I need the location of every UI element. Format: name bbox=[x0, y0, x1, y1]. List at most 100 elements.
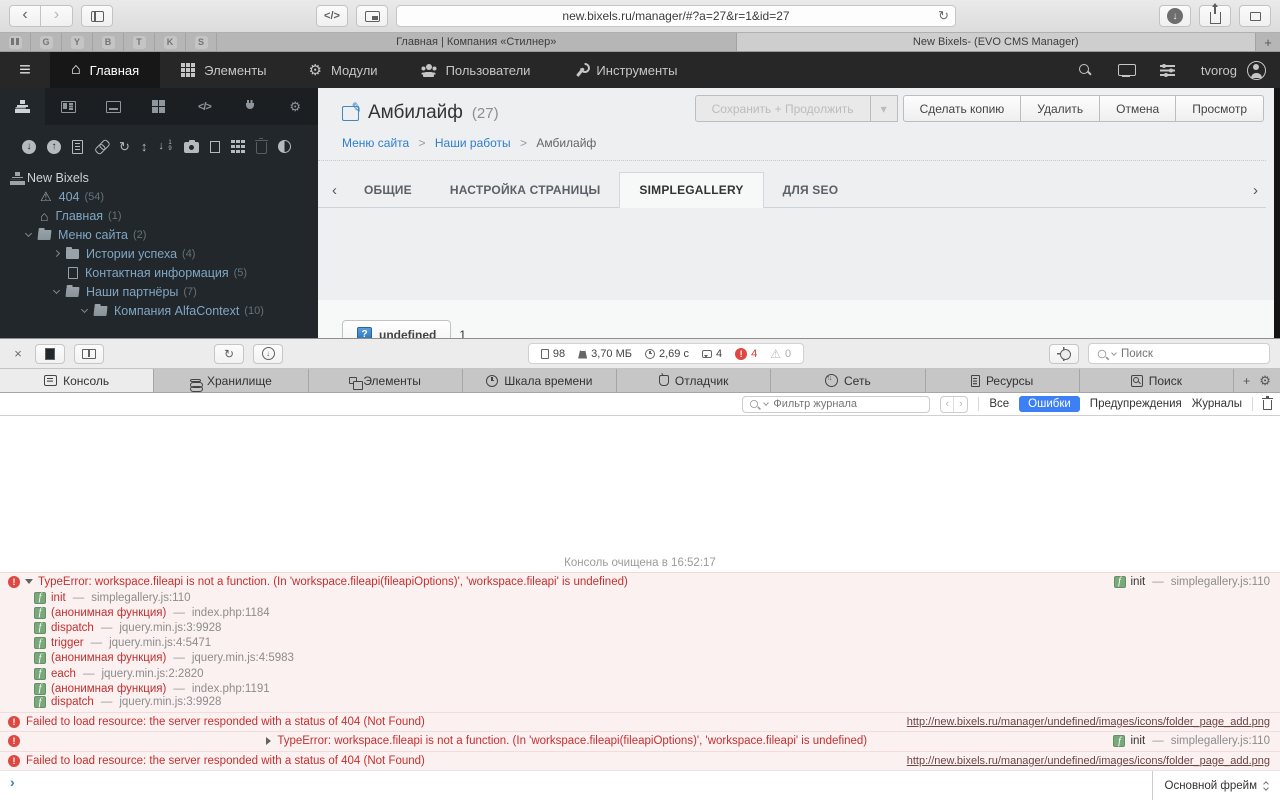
element-picker-button[interactable] bbox=[1049, 343, 1079, 364]
stack-frame[interactable]: f dispatch — jquery.min.js:3:9928 bbox=[0, 620, 1280, 635]
tab-seo[interactable]: ДЛЯ SEO bbox=[764, 173, 858, 207]
tree-root[interactable]: New Bixels bbox=[10, 168, 318, 187]
grid-view-icon[interactable] bbox=[231, 139, 245, 154]
stack-frame[interactable]: f dispatch — jquery.min.js:3:9928 bbox=[0, 696, 1280, 711]
dock-side-button[interactable] bbox=[35, 343, 65, 364]
expand-all-icon[interactable] bbox=[47, 139, 61, 154]
address-bar[interactable] bbox=[396, 5, 956, 27]
search-input[interactable] bbox=[1121, 347, 1241, 360]
share-button[interactable] bbox=[1199, 5, 1231, 27]
add-tab-button[interactable]: + bbox=[1243, 374, 1250, 388]
scrollbar-track[interactable] bbox=[1274, 88, 1280, 338]
downloads-button[interactable]: ↓ bbox=[1159, 5, 1191, 27]
tab-debugger[interactable]: Отладчик bbox=[617, 369, 772, 392]
close-icon[interactable]: × bbox=[10, 346, 26, 361]
tab-overview-button[interactable] bbox=[1239, 5, 1271, 27]
error-entry-expanded[interactable]: ! TypeError: workspace.fileapi is not a … bbox=[0, 573, 1280, 590]
user-menu[interactable]: tvorog bbox=[1201, 60, 1266, 80]
scope-warnings[interactable]: Предупреждения bbox=[1090, 398, 1182, 410]
sidebar-tab-templates[interactable] bbox=[91, 88, 136, 125]
search-icon[interactable] bbox=[1078, 63, 1092, 77]
tree-link[interactable]: Наши партнёры bbox=[86, 285, 178, 299]
tree-item-404[interactable]: ⚠ 404 (54) bbox=[10, 187, 318, 206]
frame-function[interactable]: trigger bbox=[51, 637, 84, 649]
frame-function[interactable]: dispatch bbox=[51, 696, 94, 708]
origin-location[interactable]: simplegallery.js:110 bbox=[1171, 735, 1270, 747]
save-dropdown-button[interactable]: ▾ bbox=[869, 95, 898, 122]
sidebar-tab-snippets[interactable]: </> bbox=[182, 88, 227, 125]
duplicate-icon[interactable] bbox=[210, 137, 226, 153]
pinned-tab-t[interactable]: T bbox=[124, 33, 155, 51]
forward-button[interactable]: › bbox=[41, 5, 73, 27]
chevron-down-icon[interactable] bbox=[80, 305, 89, 313]
error-entry-collapsed[interactable]: ! TypeError: workspace.fileapi is not a … bbox=[0, 731, 1280, 751]
nav-item-elements[interactable]: Элементы bbox=[160, 52, 287, 88]
nav-item-users[interactable]: Пользователи bbox=[399, 52, 552, 88]
collapse-all-icon[interactable] bbox=[22, 139, 36, 154]
tree-link[interactable]: Истории успеха bbox=[86, 247, 177, 261]
pip-button[interactable] bbox=[356, 5, 388, 27]
tab-timelines[interactable]: Шкала времени bbox=[463, 369, 617, 392]
nav-item-modules[interactable]: ⚙ Модули bbox=[288, 52, 399, 88]
split-view-button[interactable] bbox=[74, 343, 104, 364]
frame-location[interactable]: index.php:1184 bbox=[192, 607, 270, 619]
frame-function[interactable]: (анонимная функция) bbox=[51, 652, 166, 664]
pinned-tab-y[interactable]: Y bbox=[62, 33, 93, 51]
pinned-tab-g[interactable]: G bbox=[31, 33, 62, 51]
chevron-right-icon[interactable] bbox=[52, 249, 61, 258]
frame-function[interactable]: each bbox=[51, 668, 76, 680]
tab-evo-cms[interactable]: New Bixels- (EVO CMS Manager) bbox=[736, 33, 1256, 51]
tree-item-istorii[interactable]: Истории успеха (4) bbox=[10, 244, 318, 263]
tree-item-kontakt[interactable]: Контактная информация (5) bbox=[10, 263, 318, 282]
frame-location[interactable]: jquery.min.js:4:5471 bbox=[109, 637, 211, 649]
weblink-icon[interactable] bbox=[91, 137, 111, 157]
tree-item-menu-sajta[interactable]: Меню сайта (2) bbox=[10, 225, 318, 244]
resource-url-link[interactable]: http://new.bixels.ru/manager/undefined/i… bbox=[907, 755, 1270, 767]
prev-button[interactable]: ‹ bbox=[941, 396, 955, 412]
stack-frame[interactable]: f (анонимная функция) — index.php:1184 bbox=[0, 605, 1280, 620]
clear-console-icon[interactable] bbox=[1262, 396, 1273, 410]
scope-logs[interactable]: Журналы bbox=[1192, 398, 1242, 410]
save-continue-button[interactable]: Сохранить + Продолжить bbox=[694, 95, 871, 122]
tab-storage[interactable]: Хранилище bbox=[154, 369, 309, 394]
contrast-icon[interactable] bbox=[278, 140, 292, 153]
stack-frame[interactable]: f (анонимная функция) — jquery.min.js:4:598… bbox=[0, 651, 1280, 666]
stack-frame[interactable]: f trigger — jquery.min.js:4:5471 bbox=[0, 636, 1280, 651]
tab-resources[interactable]: Ресурсы bbox=[926, 369, 1080, 392]
sidebar-tab-settings[interactable]: ⚙ bbox=[273, 88, 318, 125]
frame-location[interactable]: simplegallery.js:110 bbox=[91, 592, 190, 604]
frame-function[interactable]: dispatch bbox=[51, 622, 94, 634]
disclosure-right-icon[interactable] bbox=[266, 737, 272, 746]
frame-function[interactable]: (анонимная функция) bbox=[51, 607, 166, 619]
camera-icon[interactable] bbox=[184, 140, 200, 153]
duplicate-button[interactable]: Сделать копию bbox=[902, 95, 1022, 122]
error-origin[interactable]: f init — simplegallery.js:110 bbox=[1113, 575, 1270, 588]
tree-link[interactable]: Меню сайта bbox=[58, 228, 128, 242]
pinned-tab-s[interactable]: S bbox=[186, 33, 217, 51]
delete-button[interactable]: Удалить bbox=[1020, 95, 1101, 122]
log-filter-field[interactable] bbox=[742, 395, 931, 413]
preview-monitor-icon[interactable] bbox=[1117, 63, 1136, 77]
inspector-search-field[interactable] bbox=[1088, 343, 1270, 364]
frame-function[interactable]: (анонимная функция) bbox=[51, 683, 166, 695]
trash-icon[interactable] bbox=[254, 137, 268, 154]
reload-page-button[interactable]: ↻ bbox=[214, 343, 244, 364]
download-button[interactable]: ↓ bbox=[253, 343, 283, 364]
breadcrumb-link[interactable]: Наши работы bbox=[435, 136, 511, 150]
error-entry-resource[interactable]: ! Failed to load resource: the server re… bbox=[0, 750, 1280, 770]
tab-elements[interactable]: Элементы bbox=[309, 369, 463, 392]
scope-errors[interactable]: Ошибки bbox=[1019, 396, 1080, 412]
back-button[interactable]: ‹ bbox=[9, 5, 41, 27]
chevron-down-icon[interactable] bbox=[24, 229, 33, 237]
tab-console[interactable]: Консоль bbox=[0, 369, 155, 392]
settings-sliders-icon[interactable] bbox=[1159, 63, 1175, 76]
scope-all[interactable]: Все bbox=[989, 398, 1009, 410]
tab-simplegallery[interactable]: SIMPLEGALLERY bbox=[619, 172, 764, 208]
frame-location[interactable]: jquery.min.js:3:9928 bbox=[119, 696, 221, 708]
frame-location[interactable]: jquery.min.js:3:9928 bbox=[119, 622, 221, 634]
menu-toggle-button[interactable]: ≡ bbox=[0, 52, 50, 88]
new-tab-button[interactable]: + bbox=[1256, 33, 1280, 51]
settings-gear-icon[interactable]: ⚙ bbox=[1259, 374, 1271, 387]
tree-link[interactable]: Контактная информация bbox=[85, 266, 229, 280]
tab-search[interactable]: Поиск bbox=[1080, 369, 1234, 392]
